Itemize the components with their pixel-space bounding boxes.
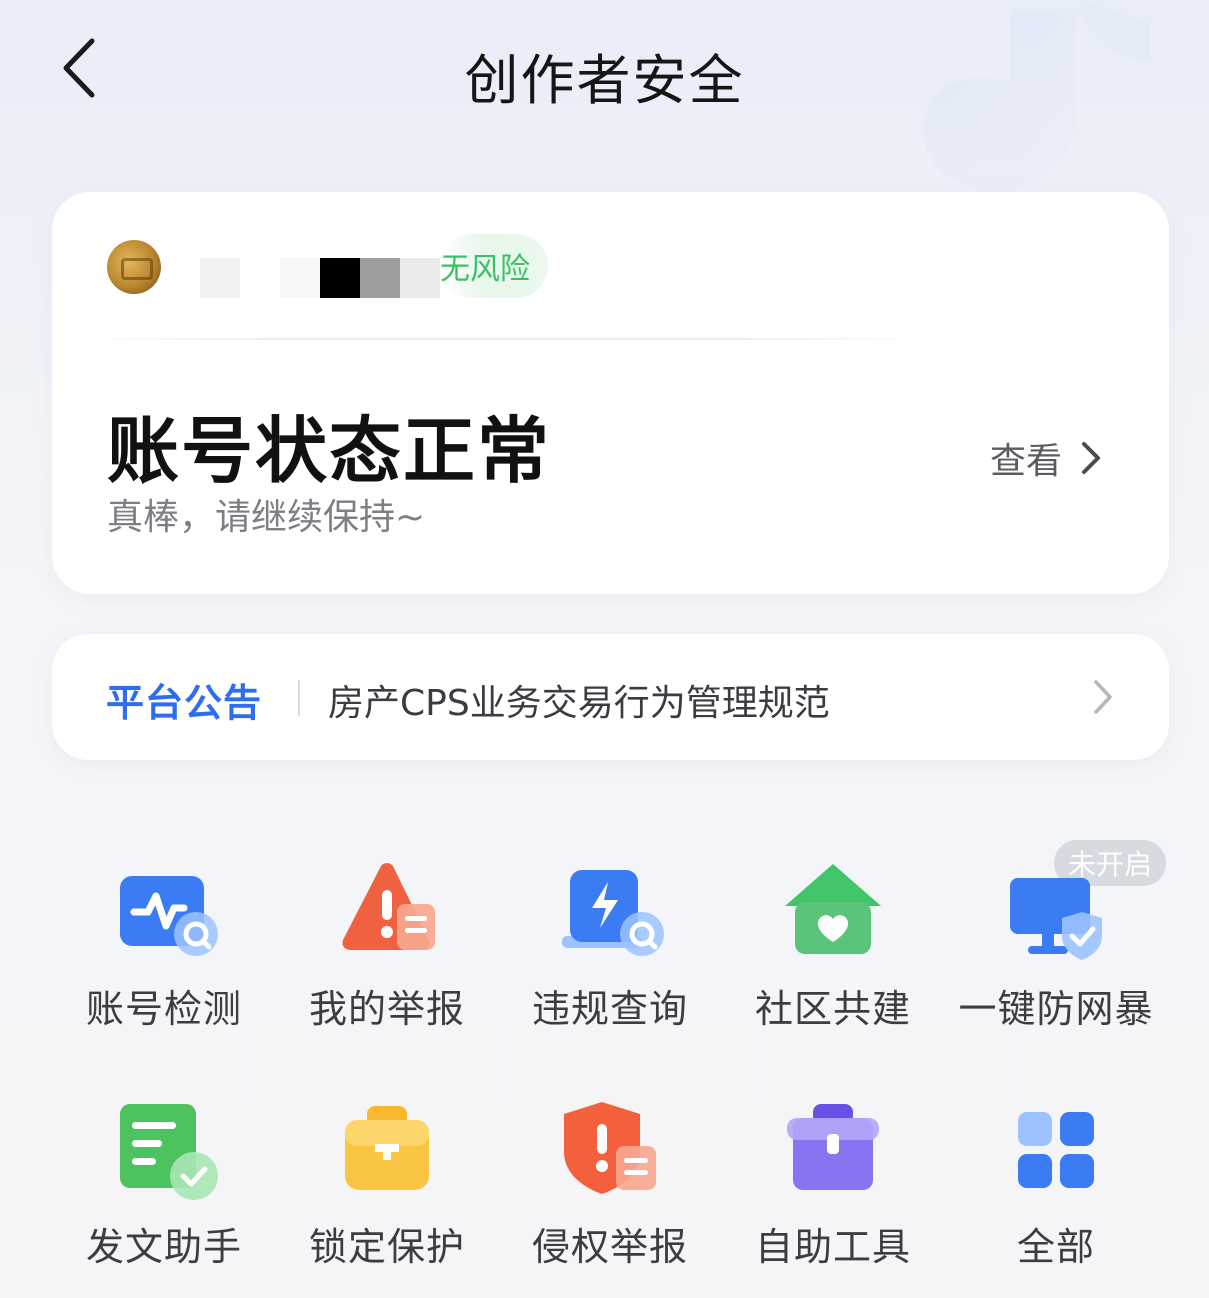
tool-my-report[interactable]: 我的举报 [275, 830, 499, 1050]
post-assistant-icon [120, 1104, 218, 1200]
tool-label: 一键防网暴 [958, 987, 1154, 1031]
tool-label: 账号检测 [85, 987, 242, 1031]
view-details-link[interactable]: 查看 [990, 432, 1102, 484]
navigation-header: 创作者安全 [0, 0, 1209, 150]
divider [298, 680, 300, 716]
tool-post-assistant[interactable]: 发文助手 [52, 1068, 276, 1288]
tool-label: 自助工具 [754, 1225, 911, 1269]
redacted-username-block [320, 258, 360, 298]
lock-protect-icon [345, 1106, 429, 1190]
tool-all[interactable]: 全部 [944, 1068, 1168, 1288]
tool-label: 违规查询 [531, 987, 688, 1031]
announcement-text: 房产CPS业务交易行为管理规范 [328, 683, 830, 724]
avatar[interactable] [107, 240, 161, 294]
tool-account-check[interactable]: 账号检测 [52, 830, 276, 1050]
tool-lock-protect[interactable]: 锁定保护 [275, 1068, 499, 1288]
redacted-username-block [400, 258, 440, 298]
account-status-subtitle: 真棒，请继续保持~ [107, 497, 426, 538]
tool-label: 全部 [1016, 1225, 1095, 1269]
self-service-tools-icon [787, 1104, 879, 1190]
tool-label: 社区共建 [754, 987, 911, 1031]
my-report-icon [342, 863, 435, 950]
community-icon [785, 864, 881, 954]
tool-infringement-report[interactable]: 侵权举报 [498, 1068, 722, 1288]
account-check-icon [120, 876, 218, 956]
chevron-right-icon [1094, 680, 1112, 714]
account-status-card: 无风险 账号状态正常 真棒，请继续保持~ 查看 [52, 192, 1169, 594]
tool-label: 发文助手 [85, 1225, 242, 1269]
security-tools-grid: 账号检测 我的举报 违规查询 社区共建 未开启 一键防网暴 发文助手 锁定保护 … [52, 830, 1169, 1290]
account-status-title: 账号状态正常 [107, 409, 552, 493]
view-details-label: 查看 [990, 441, 1063, 482]
chevron-right-icon [1082, 442, 1101, 474]
tool-anti-cyberbullying[interactable]: 未开启 一键防网暴 [944, 830, 1168, 1050]
anti-cyberbullying-icon [1010, 878, 1102, 960]
tool-label: 锁定保护 [308, 1225, 465, 1269]
tool-self-service[interactable]: 自助工具 [721, 1068, 945, 1288]
infringement-report-icon [564, 1102, 656, 1194]
tool-violation-query[interactable]: 违规查询 [498, 830, 722, 1050]
divider [107, 338, 897, 340]
redacted-username-block [280, 258, 320, 298]
violation-query-icon [562, 870, 664, 956]
redacted-username-block [360, 258, 400, 298]
announcement-tag: 平台公告 [106, 681, 263, 725]
page-title: 创作者安全 [464, 49, 745, 112]
tool-label: 侵权举报 [531, 1225, 688, 1269]
risk-status-badge: 无风险 [440, 234, 548, 298]
all-apps-icon [1018, 1112, 1094, 1188]
tool-community[interactable]: 社区共建 [721, 830, 945, 1050]
platform-announcement-bar[interactable]: 平台公告 房产CPS业务交易行为管理规范 [52, 634, 1169, 760]
risk-status-label: 无风险 [440, 252, 530, 287]
redacted-username [200, 258, 240, 298]
tool-label: 我的举报 [308, 987, 465, 1031]
